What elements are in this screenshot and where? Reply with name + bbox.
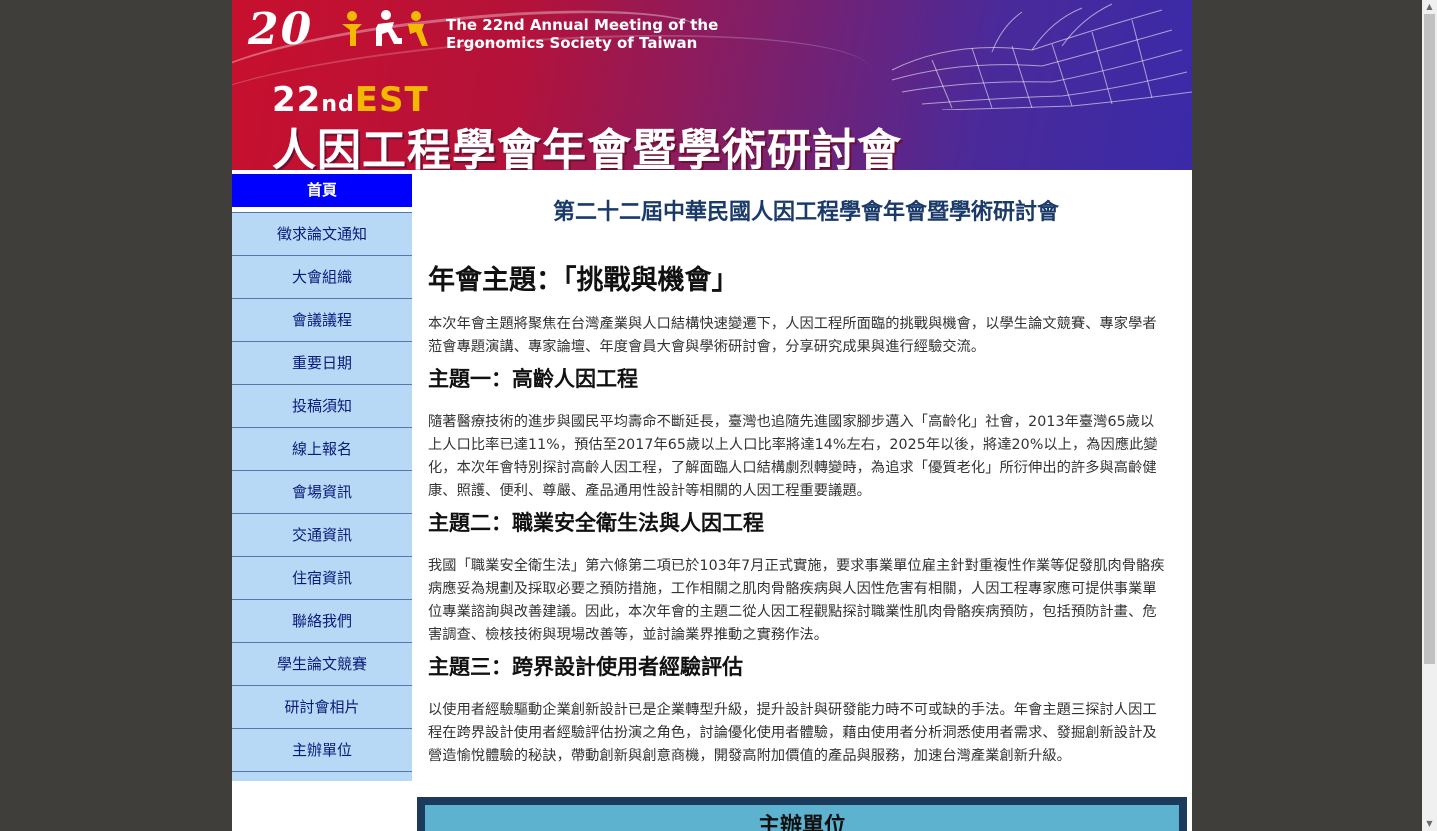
vertical-scrollbar[interactable]: ▲ ▼: [1422, 0, 1437, 831]
scrollbar-thumb[interactable]: [1424, 14, 1435, 664]
sidebar-item-agenda[interactable]: 會議議程: [232, 298, 412, 341]
banner-english-line2: Ergonomics Society of Taiwan: [446, 34, 698, 52]
conference-title: 第二十二屆中華民國人因工程學會年會暨學術研討會: [552, 200, 1059, 225]
topic2-paragraph: 我國「職業安全衛生法」第六條第二項已於103年7月正式實施，要求事業單位雇主針對…: [428, 558, 1165, 643]
sidebar-item-call-for-papers[interactable]: 徵求論文通知: [232, 212, 412, 255]
nav-footer: [232, 771, 412, 781]
sidebar-item-photos[interactable]: 研討會相片: [232, 685, 412, 728]
sidebar-item-student-competition[interactable]: 學生論文競賽: [232, 642, 412, 685]
scroll-up-arrow-icon[interactable]: ▲: [1422, 0, 1437, 14]
main-content: 第二十二屆中華民國人因工程學會年會暨學術研討會 年會主題：「挑戰與機會」 本次年…: [428, 170, 1166, 768]
topic1-paragraph: 隨著醫療技術的進步與國民平均壽命不斷延長，臺灣也追隨先進國家腳步邁入「高齡化」社…: [428, 414, 1158, 499]
host-header: 主辦單位: [425, 805, 1179, 831]
sidebar-item-registration[interactable]: 線上報名: [232, 427, 412, 470]
sidebar-item-organizers[interactable]: 主辦單位: [232, 728, 412, 771]
sidebar-item-home[interactable]: 首頁: [232, 174, 412, 207]
sidebar-nav: 首頁 徵求論文通知 大會組織 會議議程 重要日期 投稿須知 線上報名 會場資訊 …: [232, 174, 412, 781]
sidebar-item-organization[interactable]: 大會組織: [232, 255, 412, 298]
wireframe-hand-icon: [891, 3, 1192, 110]
sidebar-item-contact[interactable]: 聯絡我們: [232, 599, 412, 642]
scroll-down-arrow-icon[interactable]: ▼: [1422, 817, 1437, 831]
topic1-heading: 主題一：高齡人因工程: [428, 367, 638, 391]
header-banner: 20 The 22nd Annual Meeting of the Ergono…: [232, 0, 1192, 170]
theme-heading: 年會主題：「挑戰與機會」: [428, 265, 739, 296]
banner-chinese-title: 人因工程學會年會暨學術研討會: [272, 125, 902, 170]
logo-year: 20: [248, 4, 314, 55]
logo-figure-icon: [342, 10, 428, 46]
page-container: 20 The 22nd Annual Meeting of the Ergono…: [232, 0, 1192, 831]
intro-paragraph: 本次年會主題將聚焦在台灣產業與人口結構快速變遷下，人因工程所面臨的挑戰與機會，以…: [428, 316, 1157, 355]
host-section: 主辦單位: [417, 797, 1187, 831]
sidebar-item-transportation[interactable]: 交通資訊: [232, 513, 412, 556]
topic3-paragraph: 以使用者經驗驅動企業創新設計已是企業轉型升級，提升設計與研發能力時不可或缺的手法…: [428, 702, 1157, 764]
topic2-heading: 主題二：職業安全衛生法與人因工程: [428, 511, 764, 535]
banner-english-line1: The 22nd Annual Meeting of the: [446, 16, 719, 34]
sidebar-item-submission-guide[interactable]: 投稿須知: [232, 384, 412, 427]
topic3-heading: 主題三：跨界設計使用者經驗評估: [428, 655, 743, 679]
sidebar-item-important-dates[interactable]: 重要日期: [232, 341, 412, 384]
sidebar-item-venue[interactable]: 會場資訊: [232, 470, 412, 513]
host-title: 主辦單位: [757, 814, 846, 831]
sidebar-item-accommodation[interactable]: 住宿資訊: [232, 556, 412, 599]
